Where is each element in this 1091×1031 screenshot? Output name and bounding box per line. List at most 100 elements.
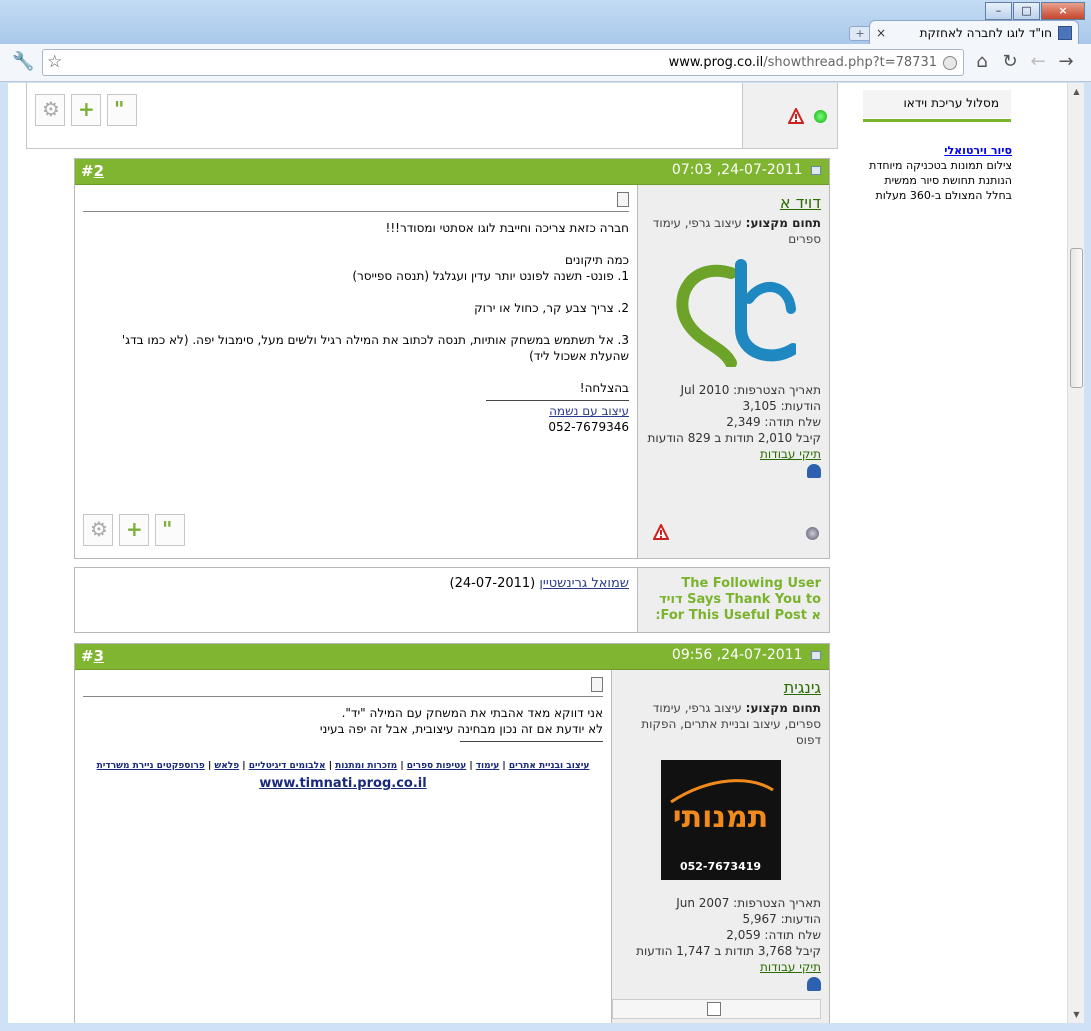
message-line: 2. צריך צבע קר, כחול או ירוק	[474, 301, 629, 315]
post-3: 24-07-2011, 09:56 #3 גינגית תחום מקצוע: …	[74, 643, 830, 1023]
user-extras-bar	[612, 999, 821, 1019]
window-controls: – □ ×	[984, 2, 1085, 20]
minimize-button[interactable]: –	[985, 2, 1012, 20]
post-date: 24-07-2011, 09:56	[671, 647, 803, 663]
browser-tab[interactable]: חו"ד לוגו לחברה לאחזקת ×	[869, 20, 1079, 45]
user-field: תחום מקצוע: עיצוב גרפי, עימוד ספרים	[652, 216, 821, 246]
sidebar-item-video-editing[interactable]: מסלול עריכת וידאו	[863, 90, 1011, 118]
post-count: הודעות: 5,967	[742, 912, 821, 926]
post-3-header: 24-07-2011, 09:56 #3	[75, 644, 829, 670]
post-count: הודעות: 3,105	[742, 399, 821, 413]
post-number: #3	[81, 647, 105, 665]
user-field: תחום מקצוע: עיצוב גרפי, עימוד ספרים, עיצ…	[641, 701, 821, 747]
virtual-tour-link[interactable]: סיור וירטואלי	[944, 144, 1012, 157]
username-link[interactable]: גינגית	[620, 678, 821, 697]
post-2: 24-07-2011, 07:03 #2 דויד א תחום מקצוע: …	[74, 158, 830, 559]
signature-link[interactable]: עיצוב עם נשמה	[549, 404, 629, 418]
offline-status-icon	[806, 527, 819, 540]
scroll-up-icon[interactable]: ▲	[1068, 83, 1085, 100]
message-line: חברה כזאת צריכה וחייבת לוגו אסתטי ומסודר…	[385, 221, 629, 235]
message-line: אני דווקא מאד אהבתי את המשחק עם המילה "י…	[341, 706, 603, 720]
quick-reply-icon[interactable]: +	[119, 514, 149, 546]
tab-title: חו"ד לוגו לחברה לאחזקת	[919, 26, 1052, 40]
signature-link[interactable]: פלאש	[214, 761, 239, 771]
signature-phone: 052-7679346	[548, 420, 629, 434]
page-info-icon[interactable]	[943, 56, 957, 70]
thanks-label: The Following User Says Thank You to דוי…	[637, 568, 829, 632]
window-frame-bottom	[0, 1023, 1091, 1031]
message-line: בהצלחה!	[579, 381, 629, 395]
post-number: #2	[81, 162, 105, 180]
wrench-icon[interactable]: 🔧	[12, 52, 34, 72]
maximize-button[interactable]: □	[1013, 2, 1040, 20]
multiquote-icon[interactable]: ⚙	[35, 94, 65, 126]
user-profile-icon[interactable]	[807, 464, 821, 478]
address-bar[interactable]: ☆ www.prog.co.il/showthread.php?t=78731	[42, 49, 964, 76]
new-tab-button[interactable]: +	[849, 26, 871, 41]
scroll-down-icon[interactable]: ▼	[1068, 1006, 1085, 1023]
user-stats: תאריך הצטרפות: Jul 2010 הודעות: 3,105 של…	[646, 382, 821, 482]
post-1-userbox	[742, 83, 837, 148]
user-profile-icon[interactable]	[807, 977, 821, 991]
back-icon[interactable]: →	[1056, 52, 1076, 72]
scroll-thumb[interactable]	[1070, 248, 1083, 388]
signature-link[interactable]: עטיפות ספרים	[407, 761, 466, 771]
message-line: כמה תיקונים	[565, 253, 629, 267]
quick-reply-icon[interactable]: +	[71, 94, 101, 126]
user-stats: תאריך הצטרפות: Jun 2007 הודעות: 5,967 של…	[620, 895, 821, 995]
quote-icon[interactable]: "	[107, 94, 137, 126]
thanks-sent: שלח תודה: 2,349	[726, 415, 821, 429]
post-1-footer: ⚙ + "	[26, 83, 838, 149]
thanks-received: קיבל 3,768 תודות ב 1,747 הודעות	[636, 944, 821, 958]
post-icon	[617, 192, 629, 207]
post-3-body: גינגית תחום מקצוע: עיצוב גרפי, עימוד ספר…	[75, 670, 829, 1023]
message-line: לא יודעת אם זה נכון מבחינה עיצובית, אבל …	[319, 722, 603, 736]
file-icon[interactable]	[707, 1002, 721, 1016]
signature-link[interactable]: פרוספקטים ניירת משרדית	[97, 761, 205, 771]
forward-icon[interactable]: ←	[1028, 52, 1048, 72]
post-2-body: דויד א תחום מקצוע: עיצוב גרפי, עימוד ספר…	[75, 185, 829, 558]
portfolio-link[interactable]: תיקי עבודות	[760, 960, 821, 974]
thanks-sent: שלח תודה: 2,059	[726, 928, 821, 942]
post-number-link[interactable]: 2	[94, 162, 104, 180]
post-2-message: חברה כזאת צריכה וחייבת לוגו אסתטי ומסודר…	[83, 191, 629, 435]
post-date-icon	[811, 165, 821, 175]
close-window-button[interactable]: ×	[1041, 2, 1085, 20]
signature-link[interactable]: אלבומים דיגיטליים	[249, 761, 326, 771]
portfolio-link[interactable]: תיקי עבודות	[760, 447, 821, 461]
thanks-user-link[interactable]: שמואל גרינשטיין	[539, 576, 629, 591]
bookmark-star-icon[interactable]: ☆	[47, 52, 62, 72]
message-line: 1. פונט- תשנה לפונט יותר עדין ועגלגל (תנ…	[352, 269, 629, 283]
report-icon[interactable]	[653, 524, 669, 540]
tab-close-icon[interactable]: ×	[876, 26, 886, 40]
quote-icon[interactable]: "	[155, 514, 185, 546]
signature-link[interactable]: מזכרות ומתנות	[335, 761, 397, 771]
window-frame-right	[1084, 83, 1091, 1031]
vertical-scrollbar[interactable]: ▲ ▼	[1067, 83, 1084, 1023]
page-favicon-icon	[1058, 26, 1072, 40]
signature-link[interactable]: עיצוב ובניית אתרים	[509, 761, 590, 771]
thanks-box: The Following User Says Thank You to דוי…	[74, 567, 830, 633]
avatar: תמנותי 052-7673419	[620, 760, 821, 883]
post-2-header: 24-07-2011, 07:03 #2	[75, 159, 829, 185]
avatar	[646, 259, 821, 370]
post-date-icon	[811, 650, 821, 660]
post-number-link[interactable]: 3	[94, 647, 104, 665]
join-date: תאריך הצטרפות: Jun 2007	[676, 896, 821, 910]
sidebar-divider	[863, 119, 1011, 122]
signature-divider	[460, 741, 603, 742]
signature-site-link[interactable]: www.timnati.prog.co.il	[259, 776, 426, 791]
thanks-received: קיבל 2,010 תודות ב 829 הודעות	[647, 431, 821, 445]
multiquote-icon[interactable]: ⚙	[83, 514, 113, 546]
report-icon[interactable]	[788, 108, 804, 124]
thanks-list: שמואל גרינשטיין (24-07-2011)	[450, 576, 629, 591]
signature-links: עיצוב ובניית אתרים | עימוד | עטיפות ספרי…	[96, 761, 590, 771]
username-link[interactable]: דויד א	[646, 193, 821, 212]
home-icon[interactable]: ⌂	[972, 52, 992, 72]
virtual-tour-text: צילום תמונות בטכניקה מיוחדת הנותנת תחושת…	[869, 159, 1012, 202]
thanks-date: (24-07-2011)	[449, 576, 536, 591]
sidebar-item-label: מסלול עריכת וידאו	[903, 96, 999, 110]
reload-icon[interactable]: ↻	[1000, 52, 1020, 72]
signature-link[interactable]: עימוד	[476, 761, 500, 771]
post-3-userbox: גינגית תחום מקצוע: עיצוב גרפי, עימוד ספר…	[611, 670, 829, 1023]
